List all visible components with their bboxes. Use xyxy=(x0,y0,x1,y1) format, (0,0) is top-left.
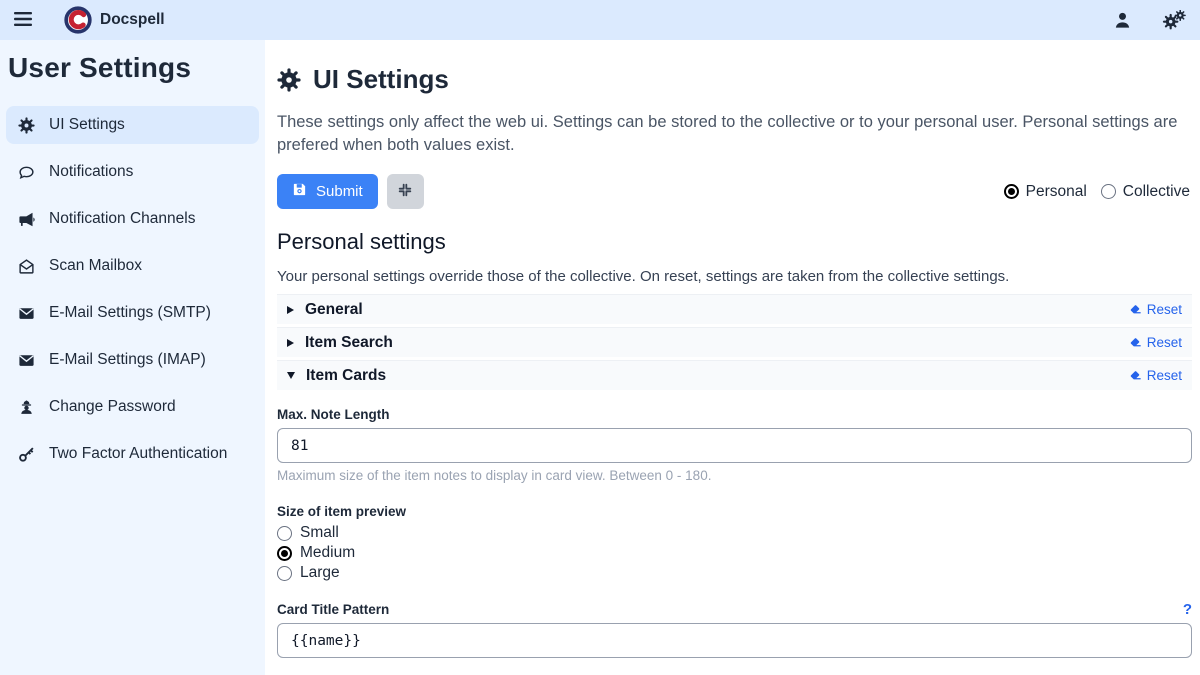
radio-unchecked-icon xyxy=(1101,184,1116,199)
page-description: These settings only affect the web ui. S… xyxy=(277,111,1192,157)
user-icon[interactable] xyxy=(1113,11,1132,30)
user-secret-icon xyxy=(17,399,36,416)
main-content: UI Settings These settings only affect t… xyxy=(265,40,1200,675)
save-icon xyxy=(292,182,307,201)
radio-checked-icon xyxy=(277,546,292,561)
scope-option-collective[interactable]: Collective xyxy=(1101,183,1190,201)
accordion-item-search[interactable]: Item Search Reset xyxy=(277,327,1192,357)
sidebar-title: User Settings xyxy=(0,48,265,84)
sidebar-item-change-password[interactable]: Change Password xyxy=(6,388,259,426)
reset-link[interactable]: Reset xyxy=(1129,368,1182,383)
help-icon[interactable]: ? xyxy=(1183,602,1192,617)
sidebar-item-label: Two Factor Authentication xyxy=(49,445,227,463)
action-row: Submit Personal Collective xyxy=(277,174,1192,209)
sidebar-item-label: Notification Channels xyxy=(49,210,195,228)
envelope-open-icon xyxy=(17,258,36,275)
accordion-label: Item Cards xyxy=(306,367,386,385)
card-title-pattern-input[interactable] xyxy=(277,623,1192,658)
preview-size-label: Size of item preview xyxy=(277,504,1192,519)
sidebar-item-email-imap[interactable]: E-Mail Settings (IMAP) xyxy=(6,341,259,379)
bullhorn-icon xyxy=(17,211,36,228)
preview-size-option-medium[interactable]: Medium xyxy=(277,543,1192,563)
eraser-icon xyxy=(1129,336,1142,349)
reset-label: Reset xyxy=(1147,368,1182,383)
brand[interactable]: Docspell xyxy=(64,6,165,34)
submit-button[interactable]: Submit xyxy=(277,174,378,209)
sidebar-item-notification-channels[interactable]: Notification Channels xyxy=(6,200,259,238)
envelope-icon xyxy=(17,305,36,322)
key-icon xyxy=(17,446,36,463)
card-title-pattern-label: Card Title Pattern xyxy=(277,602,389,617)
accordion-label: General xyxy=(305,301,363,319)
envelope-icon xyxy=(17,352,36,369)
sidebar-item-ui-settings[interactable]: UI Settings xyxy=(6,106,259,144)
gear-icon xyxy=(17,117,36,134)
max-note-length-input[interactable] xyxy=(277,428,1192,463)
sidebar-item-label: Change Password xyxy=(49,398,176,416)
radio-unchecked-icon xyxy=(277,566,292,581)
preview-size-option-label: Large xyxy=(300,564,340,582)
reset-label: Reset xyxy=(1147,302,1182,317)
accordion-list: General Reset Item Search Reset Item Car… xyxy=(277,294,1192,390)
scope-option-label: Collective xyxy=(1123,183,1190,201)
accordion-label: Item Search xyxy=(305,334,393,352)
reset-label: Reset xyxy=(1147,335,1182,350)
docspell-logo-icon xyxy=(64,6,92,34)
preview-size-radio-group: Small Medium Large xyxy=(277,523,1192,583)
gear-icon xyxy=(277,68,301,92)
brand-name: Docspell xyxy=(100,11,165,29)
radio-checked-icon xyxy=(1004,184,1019,199)
submit-button-label: Submit xyxy=(316,183,363,200)
compress-icon xyxy=(397,182,413,201)
sidebar-item-label: Notifications xyxy=(49,163,133,181)
sidebar-item-two-factor[interactable]: Two Factor Authentication xyxy=(6,435,259,473)
accordion-general[interactable]: General Reset xyxy=(277,294,1192,324)
scope-option-label: Personal xyxy=(1026,183,1087,201)
collapse-all-button[interactable] xyxy=(387,174,424,209)
scope-radio-group: Personal Collective xyxy=(1004,183,1192,201)
preview-size-option-large[interactable]: Large xyxy=(277,563,1192,583)
accordion-item-cards[interactable]: Item Cards Reset xyxy=(277,360,1192,390)
sidebar: User Settings UI Settings Notifications … xyxy=(0,40,265,675)
preview-size-option-label: Small xyxy=(300,524,339,542)
max-note-length-label: Max. Note Length xyxy=(277,407,1192,422)
eraser-icon xyxy=(1129,369,1142,382)
reset-link[interactable]: Reset xyxy=(1129,302,1182,317)
caret-down-icon xyxy=(287,372,295,379)
sidebar-item-scan-mailbox[interactable]: Scan Mailbox xyxy=(6,247,259,285)
sidebar-nav: UI Settings Notifications Notification C… xyxy=(0,106,265,473)
comment-icon xyxy=(17,164,36,181)
eraser-icon xyxy=(1129,303,1142,316)
preview-size-option-small[interactable]: Small xyxy=(277,523,1192,543)
reset-link[interactable]: Reset xyxy=(1129,335,1182,350)
item-cards-form: Max. Note Length Maximum size of the ite… xyxy=(277,407,1192,675)
sidebar-item-label: E-Mail Settings (IMAP) xyxy=(49,351,206,369)
section-title: Personal settings xyxy=(277,229,1192,255)
sidebar-item-notifications[interactable]: Notifications xyxy=(6,153,259,191)
cogs-icon[interactable] xyxy=(1162,10,1186,30)
page-title: UI Settings xyxy=(277,64,1192,95)
sidebar-item-label: E-Mail Settings (SMTP) xyxy=(49,304,211,322)
sidebar-item-label: UI Settings xyxy=(49,116,125,134)
card-title-label-row: Card Title Pattern ? xyxy=(277,602,1192,617)
max-note-length-hint: Maximum size of the item notes to displa… xyxy=(277,468,1192,483)
radio-unchecked-icon xyxy=(277,526,292,541)
scope-option-personal[interactable]: Personal xyxy=(1004,183,1087,201)
sidebar-item-email-smtp[interactable]: E-Mail Settings (SMTP) xyxy=(6,294,259,332)
hamburger-menu-icon[interactable] xyxy=(14,11,36,29)
sidebar-item-label: Scan Mailbox xyxy=(49,257,142,275)
page-title-text: UI Settings xyxy=(313,64,449,95)
caret-right-icon xyxy=(287,339,294,347)
preview-size-option-label: Medium xyxy=(300,544,355,562)
topbar: Docspell xyxy=(0,0,1200,40)
section-description: Your personal settings override those of… xyxy=(277,268,1192,285)
caret-right-icon xyxy=(287,306,294,314)
